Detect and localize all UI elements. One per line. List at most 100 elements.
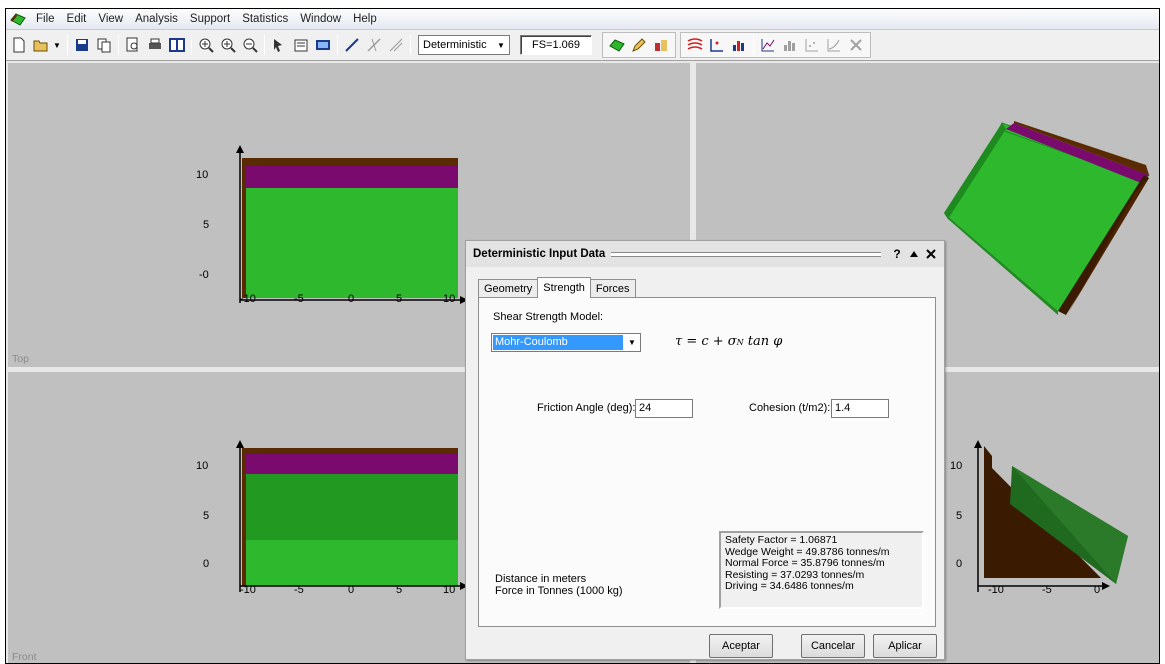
edit-wedge-button[interactable] [629, 35, 649, 55]
scatter-chart-icon [805, 39, 818, 52]
menu-analysis[interactable]: Analysis [129, 13, 184, 25]
properties-icon [294, 39, 308, 52]
line-icon [345, 38, 359, 52]
accept-button[interactable]: Aceptar [709, 634, 773, 658]
shear-model-value: Mohr-Coulomb [493, 335, 623, 350]
y-tick-label: 10 [950, 460, 963, 472]
bar-chart-icon [784, 41, 795, 51]
new-file-button[interactable] [9, 35, 29, 55]
tab-forces[interactable]: Forces [589, 279, 636, 298]
titlebar-buttons: ? [887, 246, 944, 262]
dialog-tabs: Geometry Strength Forces [478, 277, 636, 298]
print-preview-button[interactable] [123, 35, 143, 55]
edit-line-button[interactable] [364, 35, 384, 55]
shear-model-select[interactable]: Mohr-Coulomb ▼ [491, 333, 641, 352]
zoom-all-icon [199, 38, 214, 53]
analysis-mode-select[interactable]: Deterministic ▼ [418, 35, 510, 55]
cumulative-chart-button[interactable] [824, 35, 844, 55]
toolbar-separator [191, 35, 192, 55]
tab-geometry[interactable]: Geometry [478, 279, 539, 298]
units-force: Force in Tonnes (1000 kg) [495, 585, 623, 597]
menu-statistics[interactable]: Statistics [236, 13, 294, 25]
contours-button[interactable] [685, 35, 705, 55]
toolbar: ▼ Deterministic ▼ FS=1.069 [6, 29, 1159, 61]
copy-button[interactable] [94, 35, 114, 55]
close-icon[interactable] [924, 246, 938, 262]
input-data-button[interactable] [607, 35, 627, 55]
compute-button[interactable] [651, 35, 671, 55]
result-safety-factor: Safety Factor = 1.06871 [725, 534, 838, 546]
zoom-out-button[interactable] [240, 35, 260, 55]
menu-support[interactable]: Support [184, 13, 236, 25]
menu-view[interactable]: View [92, 13, 129, 25]
measure-button[interactable] [386, 35, 406, 55]
plot-axes-button[interactable] [707, 35, 727, 55]
close-charts-button[interactable] [846, 35, 866, 55]
open-file-button[interactable] [31, 35, 51, 55]
toolbar-separator [337, 35, 338, 55]
toolbar-separator [118, 35, 119, 55]
zoom-in-icon [221, 38, 236, 53]
cumulative-chart-icon [827, 39, 840, 52]
compute-icon [655, 40, 667, 51]
help-icon[interactable]: ? [890, 246, 904, 262]
tab-strength[interactable]: Strength [537, 277, 591, 298]
zoom-in-button[interactable] [218, 35, 238, 55]
contours-icon [687, 38, 703, 50]
app-logo-icon [10, 13, 26, 26]
strength-tab-panel: Shear Strength Model: Mohr-Coulomb ▼ τ =… [478, 297, 936, 627]
y-tick-label: 0 [203, 558, 210, 570]
friction-angle-input[interactable]: 24 [635, 399, 693, 418]
layout-button[interactable] [167, 35, 187, 55]
print-preview-icon [126, 37, 138, 52]
cohesion-label: Cohesion (t/m2): [749, 402, 831, 414]
menu-window[interactable]: Window [294, 13, 347, 25]
mohr-coulomb-formula: τ = c + σN tan φ [675, 334, 782, 349]
dialog-titlebar[interactable]: Deterministic Input Data ? [466, 241, 944, 267]
formula-lhs: τ = c + σ [675, 334, 737, 349]
formula-rhs: tan φ [743, 334, 783, 349]
wedge-icon [609, 39, 625, 52]
save-button[interactable] [72, 35, 92, 55]
pencil-icon [632, 38, 646, 52]
bar-chart-button[interactable] [780, 35, 800, 55]
scatter-chart-button[interactable] [802, 35, 822, 55]
x-tick-label: 5 [396, 584, 403, 596]
histogram-button[interactable] [729, 35, 749, 55]
zoom-out-icon [243, 38, 258, 53]
x-tick-label: -10 [988, 584, 1004, 596]
y-tick-label: 5 [203, 219, 210, 231]
units-note: Distance in meters Force in Tonnes (1000… [495, 573, 623, 597]
print-button[interactable] [145, 35, 165, 55]
x-tick-label: -5 [294, 584, 304, 596]
collapse-icon[interactable] [907, 246, 921, 262]
open-dropdown-button[interactable]: ▼ [52, 35, 62, 55]
menu-file[interactable]: File [30, 13, 61, 25]
units-distance: Distance in meters [495, 573, 587, 585]
display-options-button[interactable] [313, 35, 333, 55]
zoom-all-button[interactable] [196, 35, 216, 55]
properties-button[interactable] [291, 35, 311, 55]
copy-icon [97, 38, 111, 53]
result-driving: Driving = 34.6486 tonnes/m [725, 580, 854, 592]
menu-edit[interactable]: Edit [61, 13, 93, 25]
toolbar-separator [264, 35, 265, 55]
x-tick-label: 0 [1094, 584, 1101, 596]
toolbar-separator [753, 35, 754, 55]
y-tick-label: -0 [199, 269, 209, 281]
printer-icon [149, 38, 161, 49]
toolbar-input-group [602, 32, 676, 58]
select-tool-button[interactable] [269, 35, 289, 55]
viewport-front-label: Front [12, 651, 37, 663]
line-chart-button[interactable] [758, 35, 778, 55]
shear-model-label: Shear Strength Model: [493, 311, 604, 323]
x-tick-label: 10 [443, 293, 456, 305]
cancel-button[interactable]: Cancelar [801, 634, 865, 658]
friction-angle-label: Friction Angle (deg): [537, 402, 636, 414]
menu-help[interactable]: Help [347, 13, 383, 25]
draw-line-button[interactable] [342, 35, 362, 55]
deterministic-input-dialog: Deterministic Input Data ? Geometry Stre… [465, 240, 945, 660]
cohesion-input[interactable]: 1.4 [831, 399, 889, 418]
line-chart-icon [761, 39, 775, 52]
apply-button[interactable]: Aplicar [873, 634, 937, 658]
